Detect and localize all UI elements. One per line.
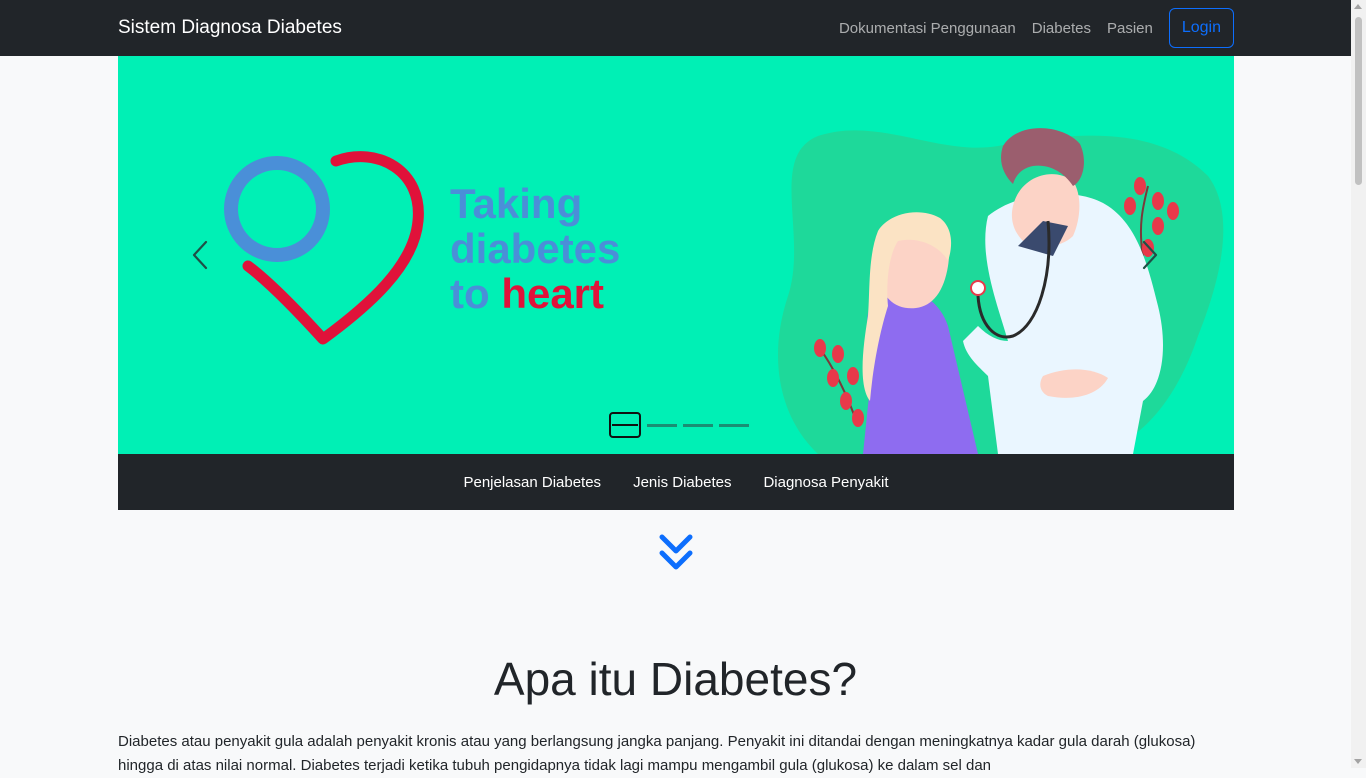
double-chevron-down-icon xyxy=(659,534,693,570)
slide-illustration: Taking diabetes to heart xyxy=(224,128,1224,454)
scroll-down-arrow-icon[interactable] xyxy=(1354,759,1362,764)
chevron-right-icon xyxy=(1142,240,1158,270)
slogan-line-3: to heart xyxy=(450,270,604,317)
carousel-indicator-1[interactable] xyxy=(609,412,641,438)
carousel-next-button[interactable] xyxy=(1120,56,1180,454)
nav-link-dokumentasi[interactable]: Dokumentasi Penggunaan xyxy=(839,20,1016,37)
logo-ring xyxy=(224,156,330,262)
carousel-prev-button[interactable] xyxy=(170,56,230,454)
brand-title[interactable]: Sistem Diagnosa Diabetes xyxy=(118,17,342,39)
hero-carousel: Taking diabetes to heart xyxy=(118,56,1234,454)
scroll-up-arrow-icon[interactable] xyxy=(1354,4,1362,9)
chevron-left-icon xyxy=(192,240,208,270)
scroll-down-button[interactable] xyxy=(657,532,695,574)
slogan-highlight: heart xyxy=(501,270,604,317)
section-title: Apa itu Diabetes? xyxy=(493,653,858,705)
nav-link-pasien[interactable]: Pasien xyxy=(1107,20,1153,37)
top-navbar: Sistem Diagnosa Diabetes Dokumentasi Pen… xyxy=(0,0,1351,56)
page-scrollbar[interactable] xyxy=(1351,0,1366,768)
slogan-prefix: to xyxy=(450,270,501,317)
scrollbar-thumb[interactable] xyxy=(1355,17,1362,185)
carousel-indicator-4[interactable] xyxy=(719,423,749,427)
section-link-diagnosa[interactable]: Diagnosa Penyakit xyxy=(763,474,888,491)
carousel-indicator-3[interactable] xyxy=(683,423,713,427)
carousel-indicator-2[interactable] xyxy=(647,423,677,427)
section-link-penjelasan[interactable]: Penjelasan Diabetes xyxy=(463,474,601,491)
section-nav: Penjelasan Diabetes Jenis Diabetes Diagn… xyxy=(118,454,1234,510)
nav-link-diabetes[interactable]: Diabetes xyxy=(1032,20,1091,37)
carousel-indicators xyxy=(606,412,752,438)
nav-links: Dokumentasi Penggunaan Diabetes Pasien L… xyxy=(839,8,1234,48)
section-paragraph: Diabetes atau penyakit gula adalah penya… xyxy=(118,733,1196,774)
logo-heart xyxy=(242,151,424,345)
section-link-jenis[interactable]: Jenis Diabetes xyxy=(633,474,731,491)
slogan-line-1: Taking xyxy=(450,180,582,227)
login-button[interactable]: Login xyxy=(1168,8,1234,48)
slogan-line-2: diabetes xyxy=(450,225,620,272)
